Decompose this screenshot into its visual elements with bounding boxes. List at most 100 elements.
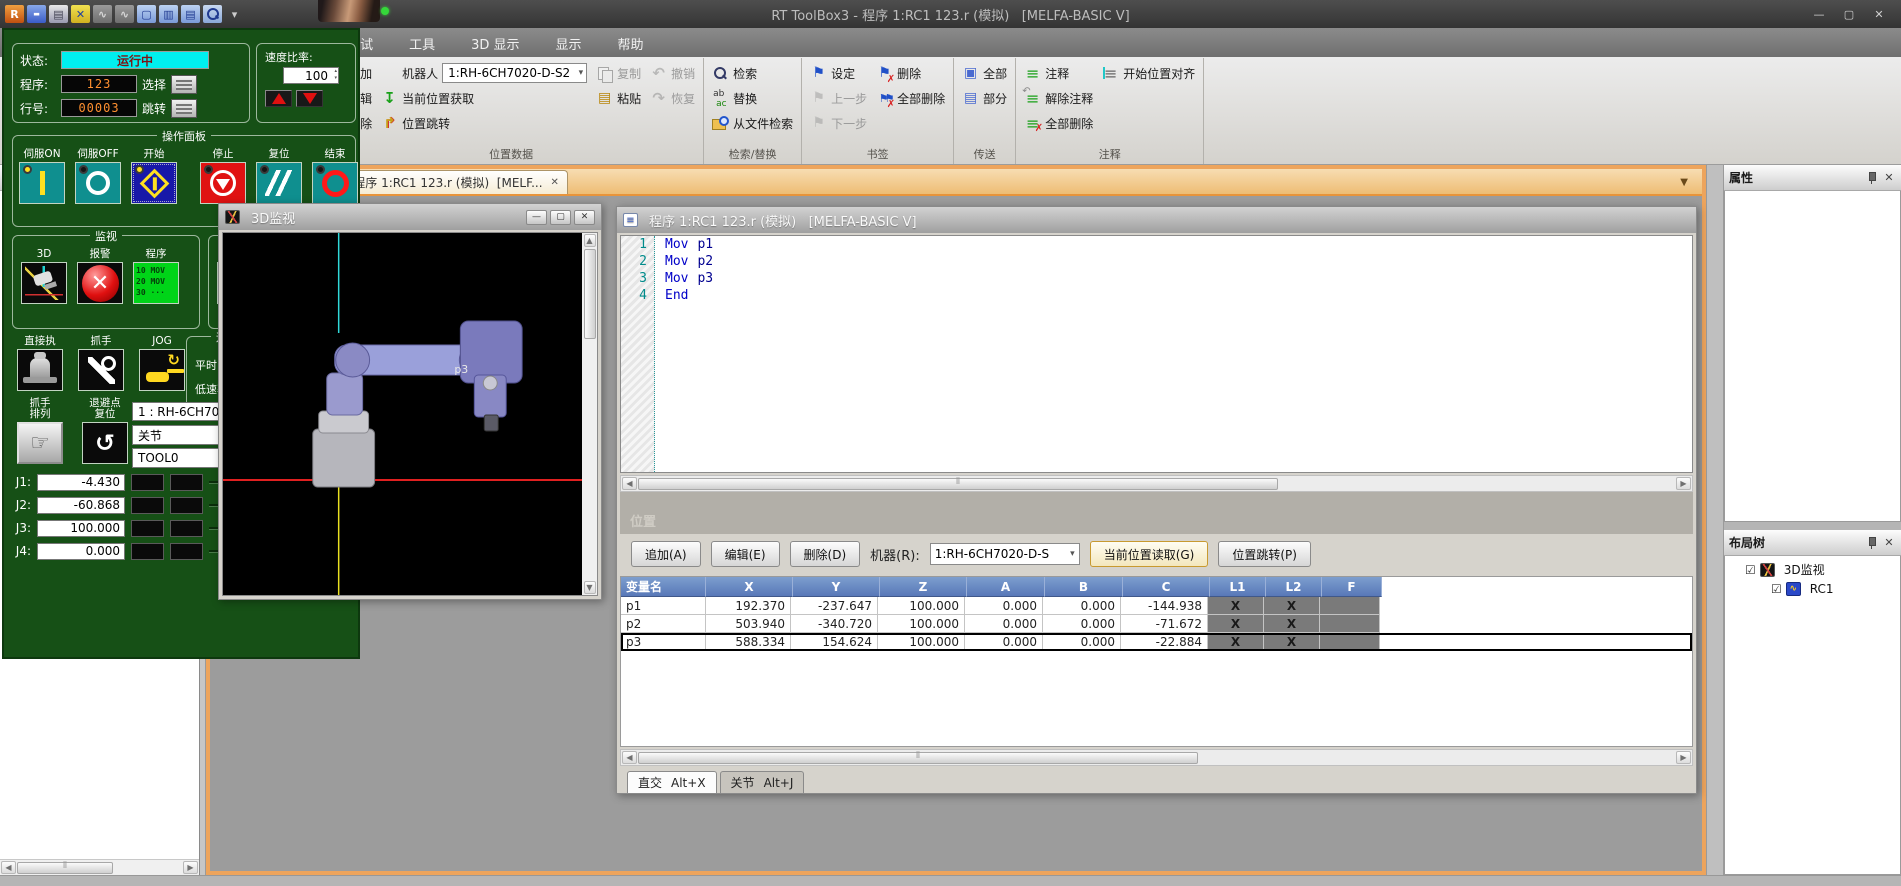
coordinate-cell[interactable]: 154.624 [791, 633, 878, 651]
l2-cell[interactable]: X [1264, 615, 1320, 633]
visibility-checkbox[interactable]: ☑ [1745, 563, 1756, 577]
column-header[interactable]: C [1123, 577, 1210, 597]
quick-access-icon[interactable] [225, 5, 244, 23]
quick-access-icon[interactable] [93, 5, 112, 23]
ribbon-button[interactable]: 设定 ▾ [807, 61, 870, 85]
workspace-horizontal-scrollbar[interactable]: ◀ ▶ [0, 859, 199, 875]
op-button[interactable] [75, 162, 121, 204]
l1-cell[interactable]: X [1208, 597, 1264, 615]
quick-access-icon[interactable] [71, 5, 90, 23]
scroll-down-icon[interactable]: ▼ [584, 581, 596, 594]
scroll-left-icon[interactable]: ◀ [1, 861, 16, 874]
scroll-left-icon[interactable]: ◀ [622, 477, 637, 490]
tab-list-dropdown-icon[interactable]: ▼ [1680, 177, 1696, 192]
scroll-thumb[interactable] [584, 249, 596, 339]
maximize-button[interactable]: ▢ [550, 210, 571, 225]
ribbon-button[interactable]: 注释 ▾ [1021, 61, 1096, 85]
mode-button[interactable] [139, 349, 185, 391]
minimize-button[interactable]: — [1805, 5, 1833, 23]
f-cell[interactable] [1320, 633, 1380, 651]
column-header[interactable]: F [1322, 577, 1382, 597]
coordinate-cell[interactable]: -71.672 [1121, 615, 1208, 633]
scroll-up-icon[interactable]: ▲ [584, 234, 596, 247]
column-header[interactable]: B [1045, 577, 1123, 597]
utility-button[interactable] [82, 422, 128, 464]
ribbon-button[interactable]: 从文件检索 ▾ [709, 111, 796, 135]
column-header[interactable]: L2 [1266, 577, 1322, 597]
coordinate-cell[interactable]: 0.000 [965, 633, 1043, 651]
ribbon-button[interactable]: 撤销 ▾ [647, 61, 698, 85]
joint-minus-button[interactable] [131, 543, 164, 560]
monitor-button[interactable] [21, 262, 67, 304]
ribbon-tab[interactable]: 帮助 [601, 30, 661, 57]
quick-access-icon[interactable] [5, 5, 24, 23]
coordinate-mode-tab[interactable]: 直交 Alt+X [627, 771, 717, 793]
ribbon-button[interactable]: 机器人 1:RH-6CH7020-D-S2▾ [378, 61, 590, 85]
joint-minus-button[interactable] [131, 520, 164, 537]
joint-minus-button[interactable] [131, 474, 164, 491]
column-header[interactable]: Z [880, 577, 967, 597]
joint-plus-button[interactable] [170, 543, 203, 560]
scroll-thumb[interactable] [638, 752, 1198, 764]
close-icon[interactable]: ✕ [1882, 536, 1896, 549]
delete-position-button[interactable]: 删除(D) [790, 541, 861, 567]
quick-access-icon[interactable] [137, 5, 156, 23]
code-line[interactable]: 4 End [621, 287, 1692, 304]
coordinate-cell[interactable]: 503.940 [706, 615, 791, 633]
ribbon-button[interactable]: 下一步 ▾ [807, 111, 870, 135]
ribbon-button[interactable]: 替换 ▾ [709, 86, 796, 110]
ribbon-button[interactable]: 全部删除 ▾ [873, 86, 948, 110]
scroll-thumb[interactable] [17, 862, 113, 874]
coordinate-cell[interactable]: 0.000 [965, 597, 1043, 615]
speed-down-button[interactable] [296, 90, 323, 107]
panel-splitter[interactable] [1706, 165, 1724, 875]
scroll-thumb[interactable] [638, 478, 1278, 490]
ribbon-button[interactable]: 恢复 ▾ [647, 86, 698, 110]
viewport-vertical-scrollbar[interactable]: ▲ ▼ [582, 233, 597, 595]
l2-cell[interactable]: X [1264, 597, 1320, 615]
quick-access-icon[interactable] [49, 5, 68, 23]
joint-plus-button[interactable] [170, 497, 203, 514]
coordinate-cell[interactable]: 0.000 [1043, 633, 1121, 651]
quick-access-icon[interactable] [181, 5, 200, 23]
coordinate-mode-tab[interactable]: 关节 Alt+J [720, 771, 805, 793]
joint-plus-button[interactable] [170, 474, 203, 491]
coordinate-cell[interactable]: -144.938 [1121, 597, 1208, 615]
column-header[interactable]: 变量名 [621, 577, 706, 597]
layout-tree-item[interactable]: ☑ 3D监视 [1725, 560, 1900, 579]
coordinate-cell[interactable]: -237.647 [791, 597, 878, 615]
ribbon-tab[interactable]: 工具 [392, 30, 452, 57]
pin-icon[interactable] [1866, 171, 1878, 185]
code-horizontal-scrollbar[interactable]: ◀ ▶ [620, 475, 1693, 492]
code-line[interactable]: 2 Mov p2 [621, 253, 1692, 270]
scroll-right-icon[interactable]: ▶ [1676, 477, 1691, 490]
quick-access-icon[interactable] [203, 5, 222, 23]
coordinate-cell[interactable]: 0.000 [1043, 615, 1121, 633]
robot-select[interactable]: 1:RH-6CH7020-D-S▾ [930, 543, 1080, 565]
column-header[interactable]: A [967, 577, 1045, 597]
column-header[interactable]: X [706, 577, 793, 597]
ribbon-button[interactable]: 解除注释 ▾ [1021, 86, 1096, 110]
column-header[interactable]: L1 [1210, 577, 1266, 597]
minimize-button[interactable]: — [526, 210, 547, 225]
op-button[interactable] [131, 162, 177, 204]
ribbon-button[interactable]: 位置跳转 ▾ [378, 111, 590, 135]
op-button[interactable] [256, 162, 302, 204]
position-jump-button[interactable]: 位置跳转(P) [1218, 541, 1311, 567]
l2-cell[interactable]: X [1264, 633, 1320, 651]
op-button[interactable] [200, 162, 246, 204]
robot-3d-viewport[interactable]: p3 [223, 233, 582, 595]
maximize-button[interactable]: ▢ [1835, 5, 1863, 23]
ribbon-button[interactable]: 全部删除 ▾ [1021, 111, 1096, 135]
coordinate-cell[interactable]: 100.000 [878, 615, 965, 633]
coordinate-cell[interactable]: 100.000 [878, 633, 965, 651]
edit-position-button[interactable]: 编辑(E) [711, 541, 780, 567]
coordinate-cell[interactable]: 0.000 [965, 615, 1043, 633]
robot-dropdown[interactable]: 1:RH-6CH7020-D-S2▾ [442, 63, 587, 83]
coordinate-cell[interactable]: 100.000 [878, 597, 965, 615]
monitor-button[interactable]: 10 MOV20 MOV30 ··· [133, 262, 179, 304]
quick-access-icon[interactable] [159, 5, 178, 23]
close-button[interactable]: ✕ [1865, 5, 1893, 23]
scroll-right-icon[interactable]: ▶ [183, 861, 198, 874]
close-icon[interactable]: ✕ [1882, 171, 1896, 184]
